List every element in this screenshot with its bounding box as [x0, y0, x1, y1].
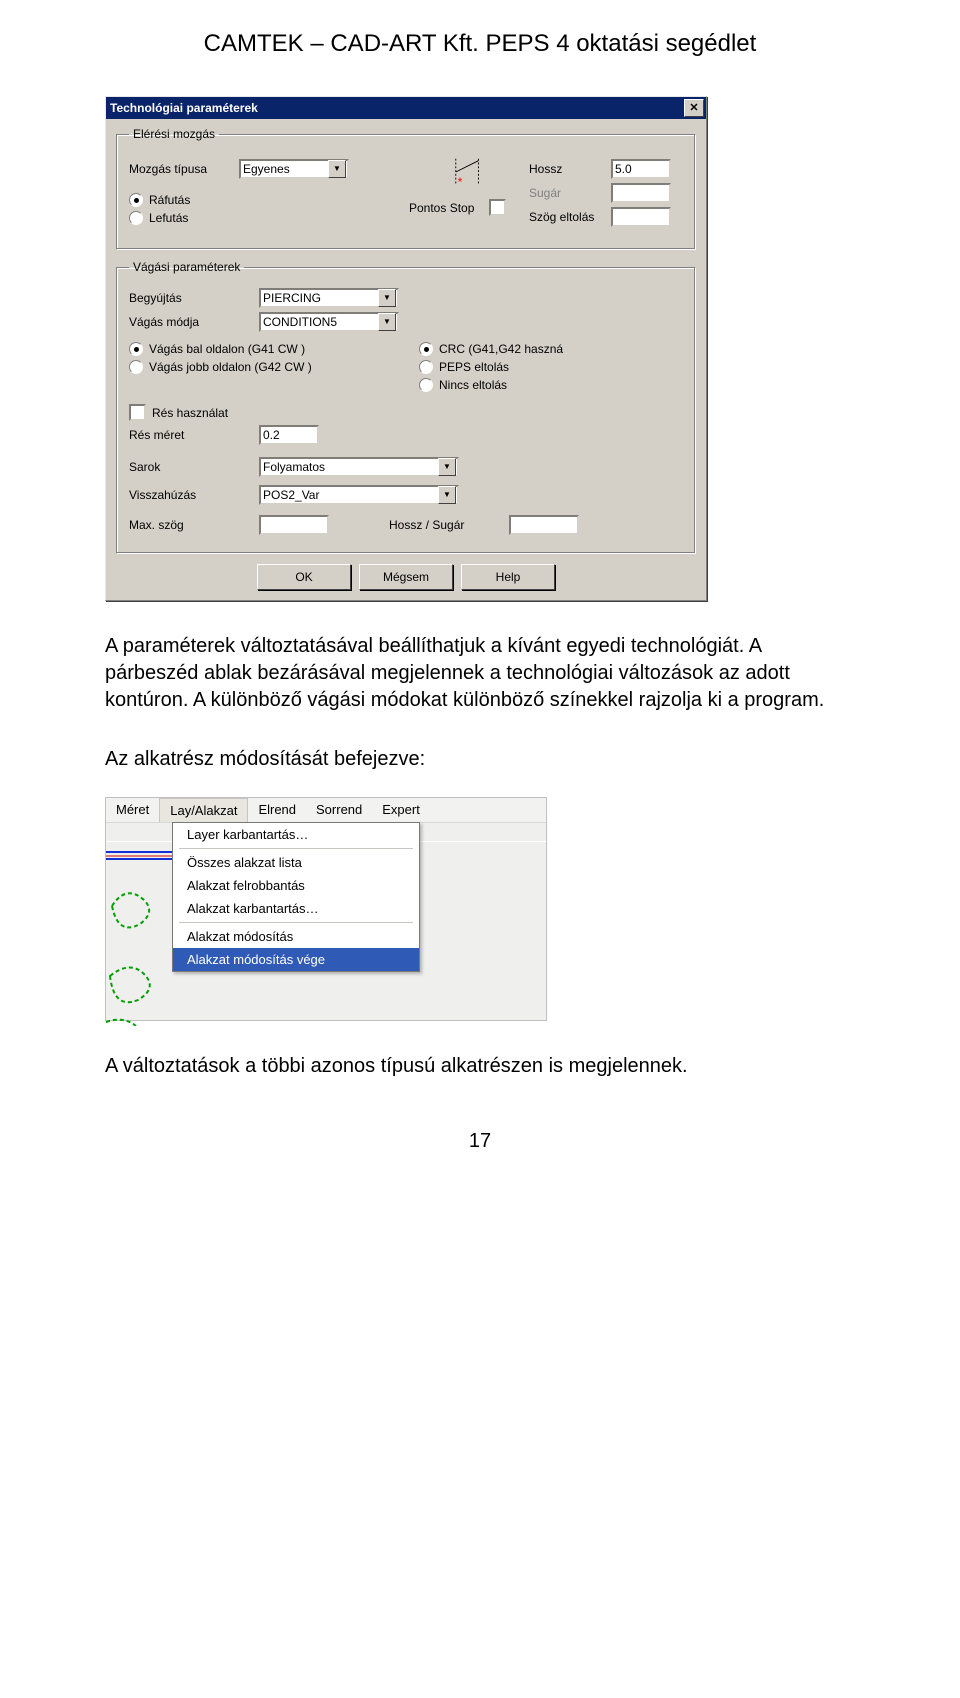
menu-item-modositas-vege[interactable]: Alakzat módosítás vége	[173, 948, 419, 971]
mozgas-tipusa-label: Mozgás típusa	[129, 162, 239, 176]
page-number: 17	[105, 1130, 855, 1153]
pontos-stop-checkbox[interactable]	[489, 199, 506, 216]
radio-nincs-label: Nincs eltolás	[439, 378, 507, 392]
radio-lefutas[interactable]: Lefutás	[129, 211, 409, 225]
paragraph-3: A változtatások a többi azonos típusú al…	[105, 1053, 855, 1080]
menu-item-osszes-alakzat[interactable]: Összes alakzat lista	[173, 851, 419, 874]
vissza-combo[interactable]: POS2_Var ▼	[259, 485, 459, 505]
menu-lay-alakzat[interactable]: Lay/Alakzat	[159, 798, 248, 822]
radio-icon	[419, 360, 433, 374]
radio-jobb-label: Vágás jobb oldalon (G42 CW )	[149, 360, 312, 374]
dialog-window: Technológiai paraméterek ✕ Elérési mozgá…	[105, 96, 707, 601]
menu-elrend[interactable]: Elrend	[248, 798, 306, 822]
vagasmod-combo[interactable]: CONDITION5 ▼	[259, 312, 399, 332]
hossz-sugar-label: Hossz / Sugár	[389, 518, 509, 532]
svg-text:*: *	[458, 175, 463, 189]
szog-eltolas-input[interactable]	[611, 207, 671, 227]
chevron-down-icon[interactable]: ▼	[378, 313, 396, 331]
dropdown-menu: Layer karbantartás… Összes alakzat lista…	[172, 822, 420, 972]
radio-nincs[interactable]: Nincs eltolás	[419, 378, 683, 392]
group2-legend: Vágási paraméterek	[129, 260, 244, 274]
sugar-label: Sugár	[529, 186, 611, 200]
menu-item-layer-karbantartas[interactable]: Layer karbantartás…	[173, 823, 419, 846]
menu-sorrend[interactable]: Sorrend	[306, 798, 372, 822]
menu-item-felrobbantas[interactable]: Alakzat felrobbantás	[173, 874, 419, 897]
chevron-down-icon[interactable]: ▼	[378, 289, 396, 307]
radio-icon	[129, 211, 143, 225]
menu-item-alakzat-karbantartas[interactable]: Alakzat karbantartás…	[173, 897, 419, 920]
radio-peps[interactable]: PEPS eltolás	[419, 360, 683, 374]
hossz-input[interactable]	[611, 159, 671, 179]
radio-rafutas[interactable]: Ráfutás	[129, 193, 409, 207]
menu-separator	[179, 922, 413, 923]
menu-separator	[179, 848, 413, 849]
maxszog-label: Max. szög	[129, 518, 259, 532]
menu-expert[interactable]: Expert	[372, 798, 430, 822]
radio-icon	[129, 342, 143, 356]
menu-meret[interactable]: Méret	[106, 798, 159, 822]
begyujtas-combo[interactable]: PIERCING ▼	[259, 288, 399, 308]
radio-rafutas-label: Ráfutás	[149, 193, 190, 207]
close-icon[interactable]: ✕	[684, 99, 704, 117]
doc-header: CAMTEK – CAD-ART Kft. PEPS 4 oktatási se…	[105, 30, 855, 58]
paragraph-2: Az alkatrész módosítását befejezve:	[105, 746, 855, 773]
chevron-down-icon[interactable]: ▼	[438, 486, 456, 504]
canvas-shapes-icon	[106, 846, 172, 1026]
help-button[interactable]: Help	[461, 564, 555, 590]
radio-jobb[interactable]: Vágás jobb oldalon (G42 CW )	[129, 360, 419, 374]
group-eleresi-mozgas: Elérési mozgás Mozgás típusa Egyenes ▼	[116, 127, 696, 250]
sarok-value: Folyamatos	[263, 460, 325, 474]
vagasmod-value: CONDITION5	[263, 315, 337, 329]
sarok-label: Sarok	[129, 460, 259, 474]
res-check-label: Rés használat	[152, 406, 228, 420]
mozgas-tipusa-value: Egyenes	[243, 162, 290, 176]
res-hasznalat[interactable]: Rés használat	[129, 404, 683, 421]
radio-peps-label: PEPS eltolás	[439, 360, 509, 374]
ok-button[interactable]: OK	[257, 564, 351, 590]
vissza-value: POS2_Var	[263, 488, 319, 502]
resmeret-input[interactable]	[259, 425, 319, 445]
pontos-stop-label: Pontos Stop	[409, 201, 489, 215]
radio-bal-label: Vágás bal oldalon (G41 CW )	[149, 342, 305, 356]
approach-icon: *	[409, 155, 529, 189]
hossz-label: Hossz	[529, 162, 611, 176]
chevron-down-icon[interactable]: ▼	[438, 458, 456, 476]
sugar-input[interactable]	[611, 183, 671, 203]
vagasmod-label: Vágás módja	[129, 315, 259, 329]
cancel-button[interactable]: Mégsem	[359, 564, 453, 590]
radio-icon	[129, 193, 143, 207]
begyujtas-label: Begyújtás	[129, 291, 259, 305]
chevron-down-icon[interactable]: ▼	[328, 160, 346, 178]
maxszog-input[interactable]	[259, 515, 329, 535]
begyujtas-value: PIERCING	[263, 291, 321, 305]
szog-eltolas-label: Szög eltolás	[529, 210, 611, 224]
resmeret-label: Rés méret	[129, 428, 259, 442]
dialog-title: Technológiai paraméterek	[110, 101, 258, 115]
group-vagasi-parameterek: Vágási paraméterek Begyújtás PIERCING ▼ …	[116, 260, 696, 554]
res-check[interactable]	[129, 404, 146, 421]
group1-legend: Elérési mozgás	[129, 127, 219, 141]
menu-item-modositas[interactable]: Alakzat módosítás	[173, 925, 419, 948]
mozgas-tipusa-combo[interactable]: Egyenes ▼	[239, 159, 349, 179]
hossz-sugar-input[interactable]	[509, 515, 579, 535]
vissza-label: Visszahúzás	[129, 488, 259, 502]
menu-bar: Méret Lay/Alakzat Elrend Sorrend Expert	[106, 798, 546, 822]
dialog-titlebar[interactable]: Technológiai paraméterek ✕	[106, 97, 706, 119]
radio-crc-label: CRC (G41,G42 haszná	[439, 342, 563, 356]
sarok-combo[interactable]: Folyamatos ▼	[259, 457, 459, 477]
radio-icon	[129, 360, 143, 374]
radio-icon	[419, 378, 433, 392]
paragraph-1: A paraméterek változtatásával beállíthat…	[105, 633, 855, 714]
radio-icon	[419, 342, 433, 356]
radio-crc[interactable]: CRC (G41,G42 haszná	[419, 342, 683, 356]
radio-bal[interactable]: Vágás bal oldalon (G41 CW )	[129, 342, 419, 356]
menu-screenshot: Méret Lay/Alakzat Elrend Sorrend Expert	[105, 797, 547, 1021]
radio-lefutas-label: Lefutás	[149, 211, 188, 225]
